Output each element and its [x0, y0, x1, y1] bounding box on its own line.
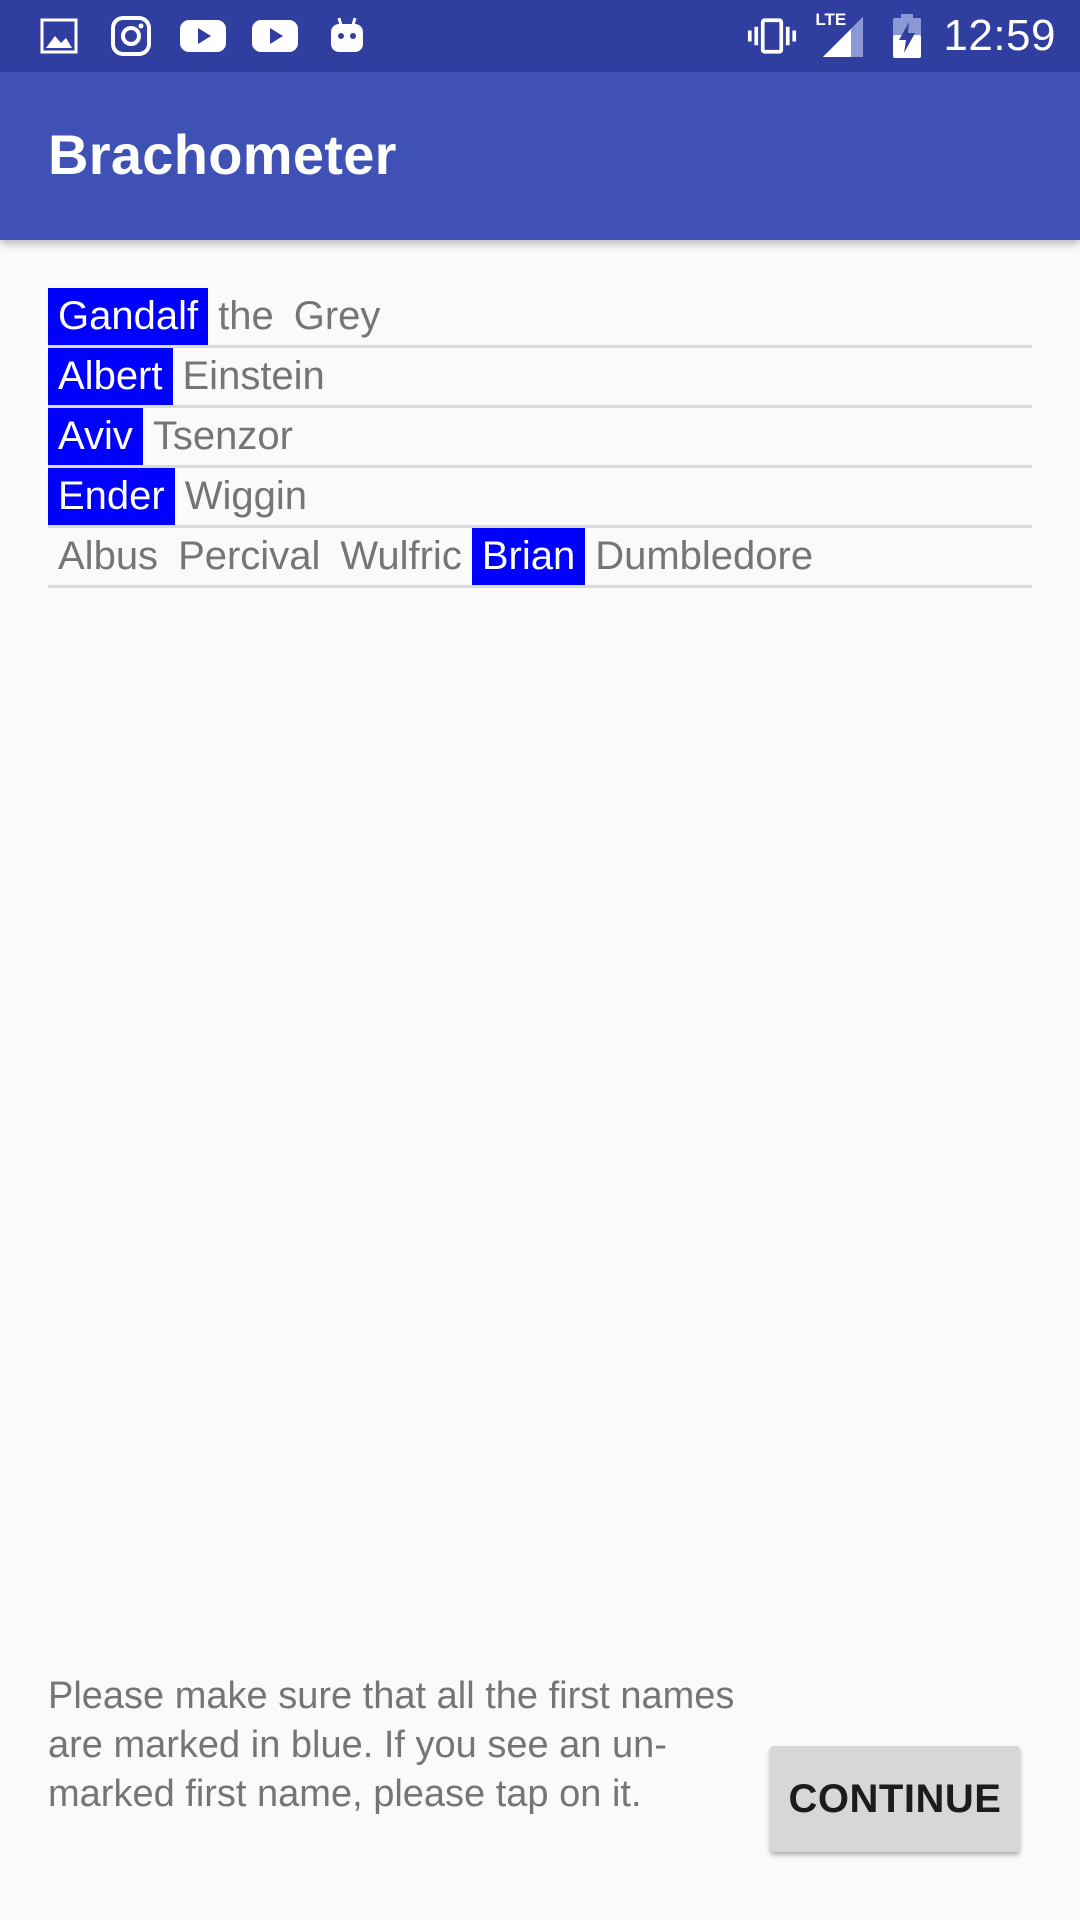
name-word[interactable]: Grey [284, 288, 391, 345]
lte-signal-icon: LTE [815, 10, 871, 60]
status-bar: LTE 12:59 [0, 0, 1080, 72]
marked-name-word[interactable]: Ender [48, 468, 175, 525]
name-row: Aviv Tsenzor [48, 408, 1032, 468]
app-title: Brachometer [48, 123, 397, 186]
name-word[interactable]: Tsenzor [143, 408, 303, 465]
youtube-icon [178, 12, 228, 60]
names-list: Gandalf the Grey Albert Einstein Aviv Tsenzor E… [48, 288, 1032, 588]
marked-name-word[interactable]: Albert [48, 348, 173, 405]
instructions-text: Please make sure that all the first name… [48, 1675, 735, 1815]
gallery-icon [34, 12, 84, 60]
notification-icons [34, 12, 372, 60]
marked-name-word[interactable]: Gandalf [48, 288, 209, 345]
lte-label: LTE [815, 10, 847, 29]
youtube-icon [250, 12, 300, 60]
name-row: Albus Percival Wulfric Brian Dumbledore [48, 528, 1032, 588]
clock: 12:59 [943, 11, 1056, 60]
vibrate-icon [747, 12, 797, 60]
name-word[interactable]: Albus [48, 528, 168, 585]
app-bar: Brachometer [0, 72, 1080, 240]
name-word[interactable]: Percival [168, 528, 330, 585]
name-word[interactable]: Wiggin [175, 468, 317, 525]
android-icon [322, 12, 372, 60]
name-row: Albert Einstein [48, 348, 1032, 408]
name-row: Ender Wiggin [48, 468, 1032, 528]
name-word[interactable]: Dumbledore [585, 528, 823, 585]
marked-name-word[interactable]: Brian [471, 528, 586, 585]
name-word[interactable]: the [208, 288, 284, 345]
name-word[interactable]: Wulfric [330, 528, 471, 585]
instagram-icon [106, 12, 156, 60]
marked-name-word[interactable]: Aviv [48, 408, 143, 465]
name-word[interactable]: Einstein [173, 348, 335, 405]
battery-charging-icon [889, 12, 925, 60]
name-row: Gandalf the Grey [48, 288, 1032, 348]
system-icons: LTE 12:59 [747, 8, 1056, 64]
continue-button[interactable]: CONTINUE [770, 1746, 1020, 1852]
